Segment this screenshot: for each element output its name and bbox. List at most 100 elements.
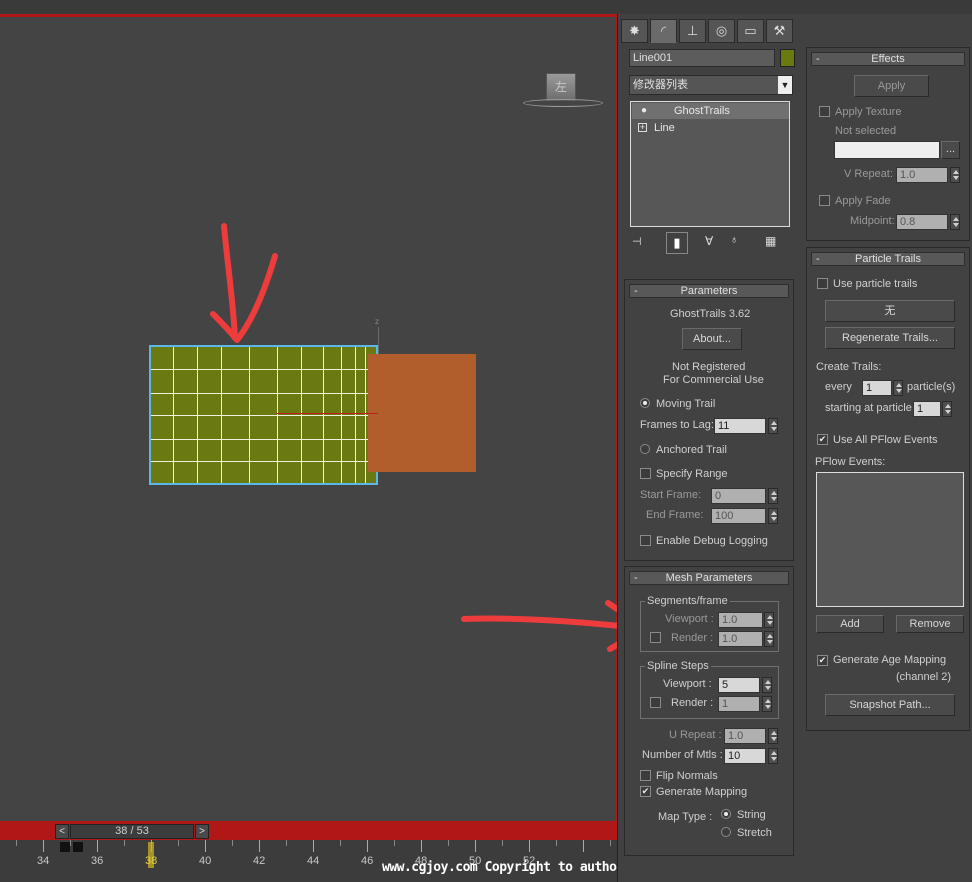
flip-normals-checkbox[interactable]: [640, 770, 651, 781]
plus-icon[interactable]: +: [638, 123, 647, 132]
remove-event-button[interactable]: Remove: [896, 615, 964, 633]
stack-item-line[interactable]: + Line: [632, 120, 789, 136]
chevron-down-icon[interactable]: ▼: [778, 76, 792, 94]
ruler-tick: [124, 840, 125, 846]
seg-render-checkbox[interactable]: [650, 632, 661, 643]
generate-mapping-label: Generate Mapping: [656, 786, 748, 798]
generate-age-mapping-checkbox[interactable]: ✔: [817, 655, 828, 666]
spinner-arrows-icon[interactable]: [764, 612, 774, 628]
pflow-events-list[interactable]: [816, 472, 964, 607]
bulb-icon[interactable]: ●: [641, 103, 647, 119]
v-repeat-spinner[interactable]: 1.0: [896, 167, 948, 183]
frames-to-lag-spinner[interactable]: 11: [714, 418, 766, 434]
object-color-swatch[interactable]: [780, 49, 795, 67]
parameters-rollout-header[interactable]: - Parameters: [629, 284, 789, 298]
effects-rollout-header[interactable]: - Effects: [811, 52, 965, 66]
time-slider[interactable]: 38 / 53: [70, 824, 194, 839]
registration-line2: For Commercial Use: [663, 374, 764, 386]
use-all-pflow-checkbox[interactable]: ✔: [817, 434, 828, 445]
mesh-edge: [301, 347, 302, 483]
particle-trails-rollout-header[interactable]: - Particle Trails: [811, 252, 965, 266]
object-name-field[interactable]: [629, 49, 775, 67]
utilities-tab[interactable]: ⚒: [766, 19, 793, 43]
modify-tab[interactable]: ◜: [650, 19, 677, 43]
starting-spinner[interactable]: 1: [913, 401, 941, 417]
about-button[interactable]: About...: [682, 328, 742, 350]
moving-trail-radio[interactable]: [640, 398, 650, 408]
mesh-edge: [355, 347, 356, 483]
spinner-arrows-icon[interactable]: [893, 380, 903, 396]
apply-fade-checkbox[interactable]: [819, 195, 830, 206]
keyframe-marker[interactable]: [60, 842, 70, 852]
midpoint-spinner[interactable]: 0.8: [896, 214, 948, 230]
spinner-arrows-icon[interactable]: [762, 696, 772, 712]
generate-mapping-checkbox[interactable]: ✔: [640, 786, 651, 797]
debug-logging-checkbox[interactable]: [640, 535, 651, 546]
spinner-arrows-icon[interactable]: [764, 631, 774, 647]
map-type-stretch-radio[interactable]: [721, 827, 731, 837]
create-tab[interactable]: ✸: [621, 19, 648, 43]
midpoint-label: Midpoint:: [850, 215, 895, 227]
display-tab[interactable]: ▭: [737, 19, 764, 43]
flip-normals-label: Flip Normals: [656, 770, 718, 782]
seg-viewport-spinner[interactable]: 1.0: [718, 612, 763, 628]
spinner-arrows-icon[interactable]: [942, 401, 952, 417]
show-end-result-icon[interactable]: ▮: [666, 232, 688, 254]
every-spinner[interactable]: 1: [862, 380, 892, 396]
mesh-edge: [151, 415, 376, 416]
stack-item-ghosttrails[interactable]: ● GhostTrails: [632, 103, 789, 119]
spinner-arrows-icon[interactable]: [768, 488, 778, 504]
spinner-arrows-icon[interactable]: [768, 728, 778, 744]
seg-render-spinner[interactable]: 1.0: [718, 631, 763, 647]
snapshot-path-button[interactable]: Snapshot Path...: [825, 694, 955, 716]
texture-slot-field[interactable]: [834, 141, 940, 159]
spinner-arrows-icon[interactable]: [768, 748, 778, 764]
map-type-string-radio[interactable]: [721, 809, 731, 819]
prev-frame-button[interactable]: <: [55, 824, 69, 839]
regenerate-trails-button[interactable]: Regenerate Trails...: [825, 327, 955, 349]
pin-stack-icon[interactable]: ⊣: [632, 235, 650, 251]
viewcube[interactable]: 左: [546, 73, 576, 101]
make-unique-icon[interactable]: ∀: [705, 234, 723, 250]
end-frame-spinner[interactable]: 100: [711, 508, 766, 524]
spline-steps-title: Spline Steps: [645, 660, 711, 672]
spinner-arrows-icon[interactable]: [950, 167, 960, 183]
spinner-arrows-icon[interactable]: [950, 214, 960, 230]
mesh-edge: [151, 461, 376, 462]
ruler-tick: [556, 840, 557, 846]
ruler-tick: [178, 840, 179, 846]
spinner-arrows-icon[interactable]: [768, 418, 778, 434]
starting-at-label: starting at particle: [825, 402, 912, 414]
remove-modifier-icon[interactable]: ♁: [730, 234, 744, 250]
modifier-stack[interactable]: ● GhostTrails + Line: [630, 101, 790, 227]
apply-texture-checkbox[interactable]: [819, 106, 830, 117]
pick-particle-system-button[interactable]: 无: [825, 300, 955, 322]
num-mtls-spinner[interactable]: 10: [724, 748, 766, 764]
next-frame-button[interactable]: >: [195, 824, 209, 839]
start-frame-spinner[interactable]: 0: [711, 488, 766, 504]
viewcube-compass-ring[interactable]: [523, 99, 603, 107]
spl-render-checkbox[interactable]: [650, 697, 661, 708]
u-repeat-spinner[interactable]: 1.0: [724, 728, 766, 744]
configure-sets-icon[interactable]: ▦: [765, 234, 783, 250]
anchored-trail-radio[interactable]: [640, 444, 650, 454]
orange-box-object[interactable]: [368, 354, 476, 472]
spl-viewport-spinner[interactable]: 5: [718, 677, 760, 693]
ghost-trail-mesh[interactable]: [149, 345, 378, 485]
browse-texture-button[interactable]: ...: [941, 141, 960, 159]
every-label: every: [825, 381, 852, 393]
apply-button[interactable]: Apply: [854, 75, 929, 97]
add-event-button[interactable]: Add: [816, 615, 884, 633]
spinner-arrows-icon[interactable]: [762, 677, 772, 693]
modifier-list-dropdown[interactable]: 修改器列表 ▼: [629, 75, 793, 95]
spl-render-spinner[interactable]: 1: [718, 696, 760, 712]
spinner-arrows-icon[interactable]: [768, 508, 778, 524]
hierarchy-tab[interactable]: ⊥: [679, 19, 706, 43]
mesh-parameters-rollout-header[interactable]: - Mesh Parameters: [629, 571, 789, 585]
generate-age-mapping-label: Generate Age Mapping: [833, 654, 947, 666]
specify-range-checkbox[interactable]: [640, 468, 651, 479]
keyframe-marker[interactable]: [73, 842, 83, 852]
segments-group-title: Segments/frame: [645, 595, 730, 607]
use-particle-trails-checkbox[interactable]: [817, 278, 828, 289]
motion-tab[interactable]: ◎: [708, 19, 735, 43]
